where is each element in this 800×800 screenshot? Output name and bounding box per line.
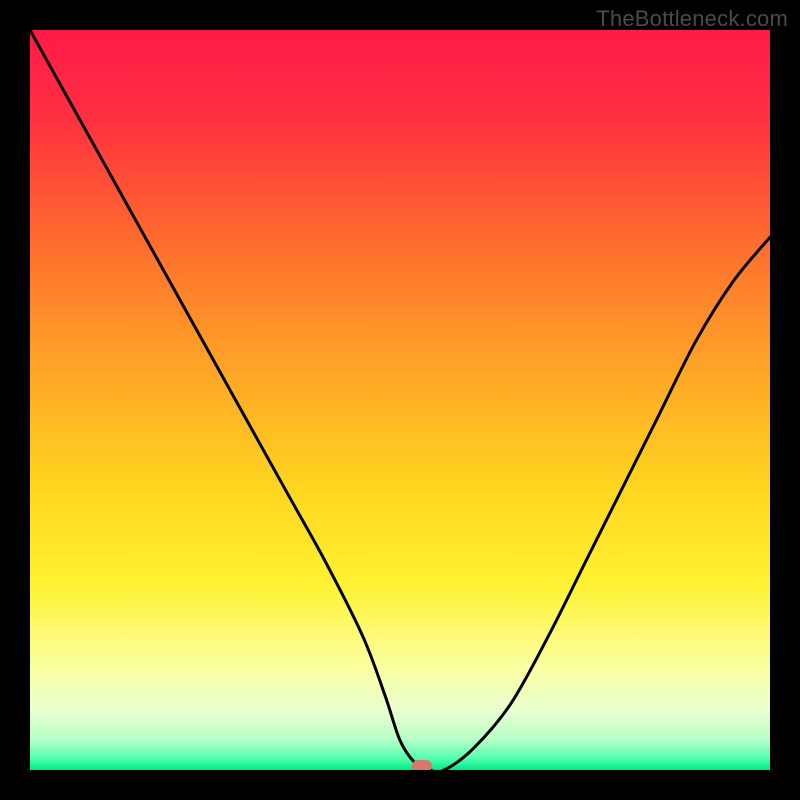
watermark-text: TheBottleneck.com	[596, 6, 788, 32]
plot-area	[30, 30, 770, 770]
chart-frame: TheBottleneck.com	[0, 0, 800, 800]
optimal-marker	[412, 760, 432, 770]
bottleneck-curve	[30, 30, 770, 770]
